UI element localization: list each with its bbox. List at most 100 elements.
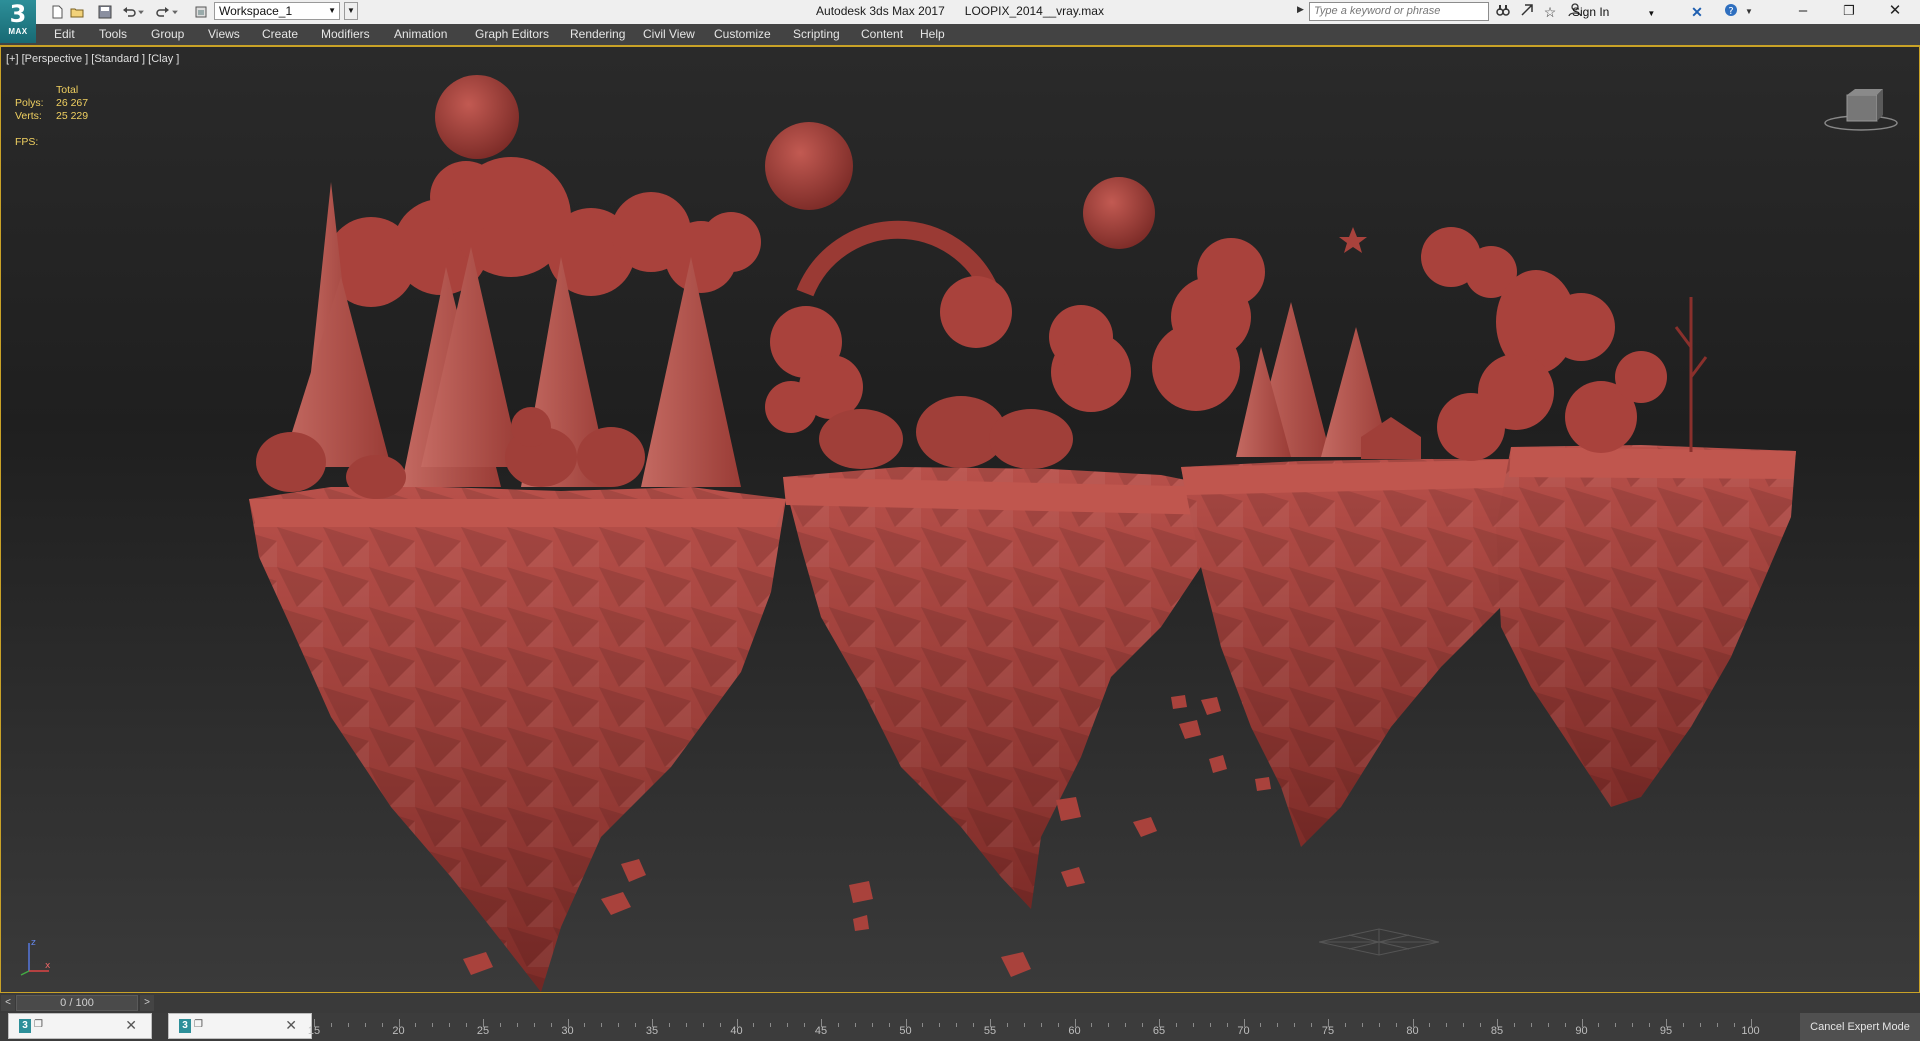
cancel-expert-mode-button[interactable]: Cancel Expert Mode <box>1800 1013 1920 1041</box>
ruler-tick <box>1395 1023 1397 1027</box>
restore-button[interactable]: ❐ <box>1826 0 1872 24</box>
axis-z-label: z <box>31 938 36 948</box>
ruler-label: 15 <box>307 1025 321 1037</box>
search-expand-icon[interactable]: ▶ <box>1297 4 1304 15</box>
ruler-tick <box>1682 1023 1684 1027</box>
stats-polys-label: Polys: <box>15 97 44 109</box>
app-logo-number: 3 <box>9 0 27 28</box>
ruler-tick <box>1615 1023 1617 1027</box>
stats-fps-label: FPS: <box>15 136 39 148</box>
ruler-tick <box>1429 1023 1431 1027</box>
application-menu-button[interactable]: 3 MAX <box>0 0 36 43</box>
ruler-tick <box>770 1023 772 1027</box>
stats-verts-label: Verts: <box>15 110 42 122</box>
ruler-tick <box>668 1023 670 1027</box>
taskbar-window-tab-2[interactable]: 3 ❐ ✕ <box>168 1013 312 1039</box>
rocks-middle <box>819 396 1073 469</box>
menu-customize[interactable]: Customize <box>714 24 771 45</box>
restore-icon[interactable]: ❐ <box>34 1019 43 1030</box>
close-button[interactable]: ✕ <box>1872 0 1918 24</box>
restore-icon[interactable]: ❐ <box>194 1019 203 1030</box>
time-slider[interactable]: 0 / 100 <box>16 995 138 1011</box>
stats-total-label: Total <box>56 84 79 96</box>
floating-island-2 <box>783 467 1221 909</box>
sign-in-label: Sign In <box>1572 5 1610 19</box>
ruler-tick <box>1057 1023 1059 1027</box>
ruler-label: 90 <box>1575 1025 1588 1037</box>
ruler-tick <box>584 1023 586 1027</box>
menu-scripting[interactable]: Scripting <box>793 24 840 45</box>
open-file-icon[interactable] <box>68 3 86 21</box>
app-small-icon: 3 <box>19 1019 31 1033</box>
ruler-label: 65 <box>1152 1025 1166 1037</box>
ruler-label: 45 <box>814 1025 828 1037</box>
menu-bar: Edit Tools Group Views Create Modifiers … <box>0 24 1920 46</box>
menu-group[interactable]: Group <box>151 24 184 45</box>
menu-rendering[interactable]: Rendering <box>570 24 625 45</box>
ruler-tick <box>1598 1023 1600 1027</box>
ruler-tick <box>1311 1023 1313 1027</box>
menu-help[interactable]: Help <box>920 24 945 45</box>
workspace-dropdown[interactable]: Workspace_1 ▼ <box>214 2 340 20</box>
ruler-label: 55 <box>983 1025 997 1037</box>
ruler-tick <box>449 1023 451 1027</box>
planet-sphere-left <box>435 75 519 159</box>
file-name: LOOPIX_2014__vray.max <box>964 4 1104 18</box>
perspective-viewport[interactable]: [+] [Perspective ] [Standard ] [Clay ] T… <box>0 46 1920 993</box>
ruler-tick <box>1716 1023 1718 1027</box>
menu-edit[interactable]: Edit <box>54 24 75 45</box>
viewcube-icon[interactable] <box>1821 85 1901 135</box>
help-icon[interactable]: ? <box>1722 3 1740 21</box>
ruler-tick <box>1209 1023 1211 1027</box>
menu-graph-editors[interactable]: Graph Editors <box>475 24 549 45</box>
ruler-label: 75 <box>1321 1025 1335 1037</box>
minimize-button[interactable]: – <box>1780 0 1826 24</box>
menu-animation[interactable]: Animation <box>394 24 447 45</box>
menu-views[interactable]: Views <box>208 24 240 45</box>
next-frame-button[interactable]: > <box>140 995 154 1011</box>
taskbar-window-tab-1[interactable]: 3 ❐ ✕ <box>8 1013 152 1039</box>
sign-in-button[interactable]: Sign In ▼ <box>1572 0 1655 26</box>
bare-tree <box>1674 297 1708 452</box>
ruler-tick <box>347 1023 349 1027</box>
close-icon[interactable]: ✕ <box>285 1017 297 1034</box>
ruler-tick <box>1463 1023 1465 1027</box>
search-input[interactable]: Type a keyword or phrase <box>1309 2 1489 21</box>
ruler-tick <box>550 1023 552 1027</box>
project-folder-icon[interactable] <box>192 3 210 21</box>
workspace-value: Workspace_1 <box>219 4 293 18</box>
undo-dropdown-icon[interactable] <box>136 3 146 21</box>
floating-island-4 <box>1496 445 1796 807</box>
app-small-icon: 3 <box>179 1019 191 1033</box>
favorites-star-icon[interactable]: ☆ <box>1541 3 1559 21</box>
menu-civil-view[interactable]: Civil View <box>643 24 695 45</box>
new-file-icon[interactable] <box>48 3 66 21</box>
search-placeholder: Type a keyword or phrase <box>1314 5 1441 17</box>
ruler-tick <box>1564 1023 1566 1027</box>
ruler-tick <box>753 1023 755 1027</box>
ruler-tick <box>804 1023 806 1027</box>
binoculars-icon[interactable] <box>1494 3 1512 21</box>
ruler-tick <box>702 1023 704 1027</box>
close-icon[interactable]: ✕ <box>125 1017 137 1034</box>
communication-center-icon[interactable] <box>1518 3 1536 21</box>
ruler-label: 25 <box>476 1025 490 1037</box>
ruler-tick <box>415 1023 417 1027</box>
viewport-label[interactable]: [+] [Perspective ] [Standard ] [Clay ] <box>6 53 179 65</box>
title-bar: 3 MAX Workspace_1 ▼ ▼ Autodesk 3ds Max 2… <box>0 0 1920 43</box>
menu-tools[interactable]: Tools <box>99 24 127 45</box>
ruler-tick <box>1733 1023 1735 1027</box>
trees-right <box>1421 227 1667 461</box>
track-bar-ruler[interactable]: 15 20 25 30 35 40 45 50 55 60 65 70 75 80 85 90 95 100 <box>300 1013 1760 1041</box>
workspace-menu-button[interactable]: ▼ <box>344 2 358 20</box>
redo-dropdown-icon[interactable] <box>170 3 180 21</box>
menu-content[interactable]: Content <box>861 24 903 45</box>
save-icon[interactable] <box>96 3 114 21</box>
previous-frame-button[interactable]: < <box>1 995 15 1011</box>
help-dropdown-icon[interactable]: ▼ <box>1740 3 1758 21</box>
ruler-tick <box>601 1023 603 1027</box>
autodesk-exchange-icon[interactable]: ✕ <box>1688 3 1706 21</box>
menu-create[interactable]: Create <box>262 24 298 45</box>
ruler-tick <box>1699 1023 1701 1027</box>
menu-modifiers[interactable]: Modifiers <box>321 24 370 45</box>
